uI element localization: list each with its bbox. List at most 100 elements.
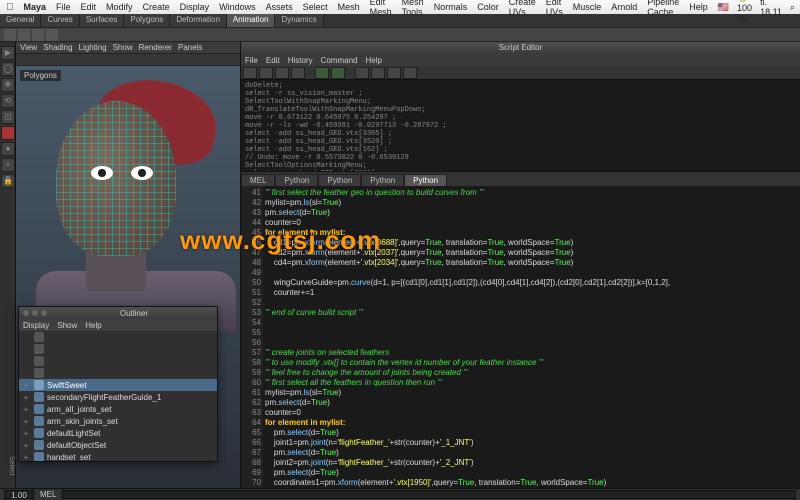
shelf-tab-general[interactable]: General <box>0 14 41 27</box>
se-tab-python-3[interactable]: Python <box>361 174 404 186</box>
app-name-menu[interactable]: Maya <box>24 2 47 12</box>
expand-icon[interactable]: + <box>21 381 31 390</box>
se-menu-command[interactable]: Command <box>321 56 358 65</box>
se-show-history-icon[interactable] <box>403 67 417 79</box>
outliner-item[interactable]: +defaultLightSet <box>19 427 217 439</box>
se-open-icon[interactable] <box>259 67 273 79</box>
lasso-tool-icon[interactable]: ◯ <box>1 62 15 76</box>
menu-file[interactable]: File <box>56 2 71 12</box>
shelf-icon[interactable] <box>18 29 30 41</box>
outliner-menu-display[interactable]: Display <box>23 321 49 330</box>
menu-edit-uvs[interactable]: Edit UVs <box>546 0 563 17</box>
se-tab-python-4[interactable]: Python <box>404 174 447 186</box>
shelf-tab-dynamics[interactable]: Dynamics <box>275 14 323 27</box>
maximize-icon[interactable] <box>41 310 47 316</box>
se-clear-history-icon[interactable] <box>355 67 369 79</box>
se-menu-history[interactable]: History <box>288 56 313 65</box>
shelf-tab-animation[interactable]: Animation <box>227 14 276 27</box>
menu-muscle[interactable]: Muscle <box>573 2 602 12</box>
se-menu-edit[interactable]: Edit <box>266 56 280 65</box>
se-new-icon[interactable] <box>243 67 257 79</box>
shelf-tab-polygons[interactable]: Polygons <box>124 14 170 27</box>
outliner-item[interactable]: +handset_set <box>19 451 217 461</box>
se-tab-python-2[interactable]: Python <box>318 174 361 186</box>
panel-menu-view[interactable]: View <box>20 43 37 52</box>
close-icon[interactable] <box>23 310 29 316</box>
menu-mesh[interactable]: Mesh <box>338 2 360 12</box>
panel-menu-panels[interactable]: Panels <box>178 43 202 52</box>
panel-menu-shading[interactable]: Shading <box>43 43 72 52</box>
minimize-icon[interactable] <box>32 310 38 316</box>
last-tool-icon[interactable] <box>1 126 15 140</box>
outliner-item[interactable] <box>19 331 217 343</box>
se-execute-icon[interactable] <box>315 67 329 79</box>
menu-create-uvs[interactable]: Create UVs <box>509 0 536 17</box>
apple-icon[interactable]:  <box>6 2 14 13</box>
menu-edit-mesh[interactable]: Edit Mesh <box>370 0 392 17</box>
outliner-item[interactable]: +SwiftSweet <box>19 379 217 391</box>
se-save-all-icon[interactable] <box>291 67 305 79</box>
outliner-menu-help[interactable]: Help <box>85 321 101 330</box>
panel-menu-show[interactable]: Show <box>113 43 133 52</box>
outliner-item[interactable]: +secondaryFlightFeatherGuide_1 <box>19 391 217 403</box>
se-tab-mel[interactable]: MEL <box>241 174 275 186</box>
shelf-tab-surfaces[interactable]: Surfaces <box>80 14 125 27</box>
lock-icon[interactable]: 🔒 <box>1 174 15 188</box>
panel-menu-renderer[interactable]: Renderer <box>139 43 172 52</box>
outliner-titlebar[interactable]: Outliner <box>19 307 217 319</box>
menu-assets[interactable]: Assets <box>266 2 293 12</box>
menu-help[interactable]: Help <box>689 2 708 12</box>
outliner-window[interactable]: Outliner Display Show Help +SwiftSweet+s… <box>18 306 218 462</box>
code-text[interactable]: ''' first select the feather geo in ques… <box>265 188 798 488</box>
move-tool-icon[interactable]: ✥ <box>1 78 15 92</box>
outliner-menu-show[interactable]: Show <box>57 321 77 330</box>
shelf-tab-curves[interactable]: Curves <box>41 14 79 27</box>
menu-normals[interactable]: Normals <box>434 2 468 12</box>
menu-windows[interactable]: Windows <box>219 2 256 12</box>
outliner-item[interactable] <box>19 343 217 355</box>
se-menu-help[interactable]: Help <box>365 56 381 65</box>
spotlight-icon[interactable]: ⌕ <box>790 2 795 13</box>
menu-select[interactable]: Select <box>303 2 328 12</box>
expand-icon[interactable]: + <box>21 417 31 426</box>
expand-icon[interactable]: + <box>21 405 31 414</box>
panel-menu-lighting[interactable]: Lighting <box>79 43 107 52</box>
outliner-item[interactable]: +arm_skin_joints_set <box>19 415 217 427</box>
shelf-tab-deformation[interactable]: Deformation <box>170 14 227 27</box>
expand-icon[interactable]: + <box>21 441 31 450</box>
menu-arnold[interactable]: Arnold <box>611 2 637 12</box>
select-tool-icon[interactable]: ▶ <box>1 46 15 60</box>
menu-modify[interactable]: Modify <box>106 2 133 12</box>
se-clear-all-icon[interactable] <box>387 67 401 79</box>
menu-color[interactable]: Color <box>477 2 499 12</box>
menu-pipeline-cache[interactable]: Pipeline Cache <box>647 0 679 17</box>
shelf-icon[interactable] <box>46 29 58 41</box>
shelf-icon[interactable] <box>4 29 16 41</box>
script-editor-code[interactable]: 41 42 43 44 45 46 47 48 49 50 51 52 53 5… <box>241 186 800 488</box>
outliner-item[interactable] <box>19 367 217 379</box>
expand-icon[interactable]: + <box>21 393 31 402</box>
snap-icon[interactable]: ⌖ <box>1 158 15 172</box>
frame-field[interactable]: 1.00 <box>4 490 34 499</box>
script-history-output[interactable]: doDelete; select -r ss_vision_master ; S… <box>241 80 800 172</box>
command-line-input[interactable] <box>62 490 796 499</box>
scale-tool-icon[interactable]: ◰ <box>1 110 15 124</box>
menu-display[interactable]: Display <box>180 2 210 12</box>
se-clear-input-icon[interactable] <box>371 67 385 79</box>
menu-edit[interactable]: Edit <box>81 2 97 12</box>
se-menu-file[interactable]: File <box>245 56 258 65</box>
menu-create[interactable]: Create <box>143 2 170 12</box>
se-tab-python-1[interactable]: Python <box>275 174 318 186</box>
se-execute-all-icon[interactable] <box>331 67 345 79</box>
menu-mesh-tools[interactable]: Mesh Tools <box>402 0 424 17</box>
soft-select-icon[interactable]: ● <box>1 142 15 156</box>
shelf-icon[interactable] <box>32 29 44 41</box>
se-save-icon[interactable] <box>275 67 289 79</box>
rotate-tool-icon[interactable]: ⟲ <box>1 94 15 108</box>
outliner-item[interactable] <box>19 355 217 367</box>
outliner-item[interactable]: +defaultObjectSet <box>19 439 217 451</box>
expand-icon[interactable]: + <box>21 453 31 462</box>
input-flag-icon[interactable]: 🇺🇸 <box>718 2 729 13</box>
expand-icon[interactable]: + <box>21 429 31 438</box>
outliner-list[interactable]: +SwiftSweet+secondaryFlightFeatherGuide_… <box>19 331 217 461</box>
